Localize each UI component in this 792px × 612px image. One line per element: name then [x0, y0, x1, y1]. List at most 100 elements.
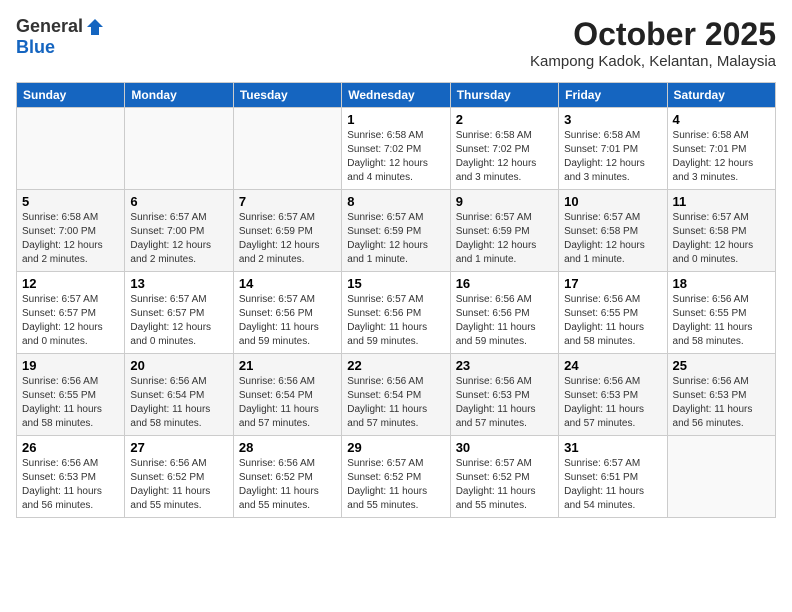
calendar-week-row: 1 Sunrise: 6:58 AM Sunset: 7:02 PM Daylig…	[17, 108, 776, 190]
calendar-cell: 22Sunrise: 6:56 AM Sunset: 6:54 PM Dayli…	[342, 354, 450, 436]
calendar-cell: 23Sunrise: 6:56 AM Sunset: 6:53 PM Dayli…	[450, 354, 558, 436]
day-info: Sunrise: 6:56 AM Sunset: 6:56 PM Dayligh…	[456, 293, 553, 349]
weekday-header: Wednesday	[342, 83, 450, 108]
calendar-cell: 15 Sunrise: 6:57 AM Sunset: 6:56 PM Dayli…	[342, 272, 450, 354]
calendar-cell: 12 Sunrise: 6:57 AM Sunset: 6:57 PM Dayli…	[17, 272, 125, 354]
calendar-table: SundayMondayTuesdayWednesdayThursdayFrid…	[16, 82, 776, 518]
day-info: Sunrise: 6:58 AM Sunset: 7:01 PM Dayligh…	[673, 129, 770, 185]
calendar-cell: 25Sunrise: 6:56 AM Sunset: 6:53 PM Dayli…	[667, 354, 775, 436]
calendar-cell: 31 Sunrise: 6:57 AM Sunset: 6:51 PM Dayli…	[559, 436, 667, 518]
day-number: 13	[130, 276, 227, 291]
weekday-header: Tuesday	[233, 83, 341, 108]
day-number: 29	[347, 440, 444, 455]
weekday-header: Friday	[559, 83, 667, 108]
day-number: 10	[564, 194, 661, 209]
day-info: Sunrise: 6:56 AM Sunset: 6:52 PM Dayligh…	[239, 457, 336, 513]
logo-general-text: General	[16, 16, 83, 37]
day-info: Sunrise: 6:56 AM Sunset: 6:52 PM Dayligh…	[130, 457, 227, 513]
day-number: 2	[456, 112, 553, 127]
location-title: Kampong Kadok, Kelantan, Malaysia	[530, 53, 776, 70]
calendar-cell	[125, 108, 233, 190]
day-info: Sunrise: 6:57 AM Sunset: 6:51 PM Dayligh…	[564, 457, 661, 513]
weekday-header: Monday	[125, 83, 233, 108]
calendar-week-row: 19 Sunrise: 6:56 AM Sunset: 6:55 PM Dayli…	[17, 354, 776, 436]
calendar-cell: 5Sunrise: 6:58 AM Sunset: 7:00 PM Daylig…	[17, 190, 125, 272]
day-number: 30	[456, 440, 553, 455]
day-number: 21	[239, 358, 336, 373]
logo: General Blue	[16, 16, 105, 58]
calendar-cell: 6 Sunrise: 6:57 AM Sunset: 7:00 PM Daylig…	[125, 190, 233, 272]
calendar-cell: 29 Sunrise: 6:57 AM Sunset: 6:52 PM Dayli…	[342, 436, 450, 518]
logo-icon	[85, 17, 105, 37]
day-info: Sunrise: 6:57 AM Sunset: 6:59 PM Dayligh…	[239, 211, 336, 267]
day-info: Sunrise: 6:58 AM Sunset: 7:02 PM Dayligh…	[456, 129, 553, 185]
day-number: 28	[239, 440, 336, 455]
calendar-cell	[667, 436, 775, 518]
calendar-cell: 16 Sunrise: 6:56 AM Sunset: 6:56 PM Dayli…	[450, 272, 558, 354]
calendar-cell: 14Sunrise: 6:57 AM Sunset: 6:56 PM Dayli…	[233, 272, 341, 354]
day-number: 25	[673, 358, 770, 373]
day-info: Sunrise: 6:57 AM Sunset: 6:58 PM Dayligh…	[673, 211, 770, 267]
calendar-cell: 30Sunrise: 6:57 AM Sunset: 6:52 PM Dayli…	[450, 436, 558, 518]
page-header: General Blue October 2025 Kampong Kadok,…	[16, 16, 776, 70]
day-info: Sunrise: 6:57 AM Sunset: 6:59 PM Dayligh…	[456, 211, 553, 267]
day-number: 8	[347, 194, 444, 209]
day-number: 31	[564, 440, 661, 455]
calendar-week-row: 12 Sunrise: 6:57 AM Sunset: 6:57 PM Dayli…	[17, 272, 776, 354]
calendar-cell	[17, 108, 125, 190]
month-title: October 2025	[530, 16, 776, 53]
day-number: 27	[130, 440, 227, 455]
day-number: 1	[347, 112, 444, 127]
calendar-cell: 21 Sunrise: 6:56 AM Sunset: 6:54 PM Dayli…	[233, 354, 341, 436]
calendar-cell: 11 Sunrise: 6:57 AM Sunset: 6:58 PM Dayli…	[667, 190, 775, 272]
day-info: Sunrise: 6:56 AM Sunset: 6:55 PM Dayligh…	[673, 293, 770, 349]
day-info: Sunrise: 6:56 AM Sunset: 6:54 PM Dayligh…	[130, 375, 227, 431]
calendar-cell: 18Sunrise: 6:56 AM Sunset: 6:55 PM Dayli…	[667, 272, 775, 354]
day-info: Sunrise: 6:56 AM Sunset: 6:53 PM Dayligh…	[456, 375, 553, 431]
day-number: 20	[130, 358, 227, 373]
calendar-cell: 8 Sunrise: 6:57 AM Sunset: 6:59 PM Daylig…	[342, 190, 450, 272]
calendar-cell: 28 Sunrise: 6:56 AM Sunset: 6:52 PM Dayli…	[233, 436, 341, 518]
calendar-cell: 19 Sunrise: 6:56 AM Sunset: 6:55 PM Dayli…	[17, 354, 125, 436]
day-info: Sunrise: 6:58 AM Sunset: 7:02 PM Dayligh…	[347, 129, 444, 185]
day-number: 3	[564, 112, 661, 127]
day-number: 11	[673, 194, 770, 209]
weekday-header-row: SundayMondayTuesdayWednesdayThursdayFrid…	[17, 83, 776, 108]
calendar-week-row: 5Sunrise: 6:58 AM Sunset: 7:00 PM Daylig…	[17, 190, 776, 272]
day-number: 16	[456, 276, 553, 291]
day-number: 4	[673, 112, 770, 127]
day-info: Sunrise: 6:56 AM Sunset: 6:54 PM Dayligh…	[239, 375, 336, 431]
day-number: 12	[22, 276, 119, 291]
calendar-week-row: 26 Sunrise: 6:56 AM Sunset: 6:53 PM Dayli…	[17, 436, 776, 518]
day-info: Sunrise: 6:57 AM Sunset: 6:57 PM Dayligh…	[22, 293, 119, 349]
day-number: 6	[130, 194, 227, 209]
day-info: Sunrise: 6:57 AM Sunset: 6:52 PM Dayligh…	[347, 457, 444, 513]
calendar-cell: 17Sunrise: 6:56 AM Sunset: 6:55 PM Dayli…	[559, 272, 667, 354]
day-number: 9	[456, 194, 553, 209]
calendar-cell: 24 Sunrise: 6:56 AM Sunset: 6:53 PM Dayli…	[559, 354, 667, 436]
calendar-cell: 20 Sunrise: 6:56 AM Sunset: 6:54 PM Dayli…	[125, 354, 233, 436]
calendar-cell: 10Sunrise: 6:57 AM Sunset: 6:58 PM Dayli…	[559, 190, 667, 272]
day-info: Sunrise: 6:56 AM Sunset: 6:53 PM Dayligh…	[22, 457, 119, 513]
day-info: Sunrise: 6:57 AM Sunset: 6:56 PM Dayligh…	[239, 293, 336, 349]
day-number: 24	[564, 358, 661, 373]
day-number: 26	[22, 440, 119, 455]
day-number: 15	[347, 276, 444, 291]
calendar-cell: 1 Sunrise: 6:58 AM Sunset: 7:02 PM Daylig…	[342, 108, 450, 190]
day-number: 19	[22, 358, 119, 373]
weekday-header: Sunday	[17, 83, 125, 108]
calendar-cell: 26 Sunrise: 6:56 AM Sunset: 6:53 PM Dayli…	[17, 436, 125, 518]
weekday-header: Thursday	[450, 83, 558, 108]
title-block: October 2025 Kampong Kadok, Kelantan, Ma…	[530, 16, 776, 70]
calendar-cell: 13Sunrise: 6:57 AM Sunset: 6:57 PM Dayli…	[125, 272, 233, 354]
day-info: Sunrise: 6:57 AM Sunset: 7:00 PM Dayligh…	[130, 211, 227, 267]
day-info: Sunrise: 6:57 AM Sunset: 6:56 PM Dayligh…	[347, 293, 444, 349]
calendar-cell: 7Sunrise: 6:57 AM Sunset: 6:59 PM Daylig…	[233, 190, 341, 272]
day-info: Sunrise: 6:56 AM Sunset: 6:53 PM Dayligh…	[564, 375, 661, 431]
calendar-cell: 27 Sunrise: 6:56 AM Sunset: 6:52 PM Dayli…	[125, 436, 233, 518]
weekday-header: Saturday	[667, 83, 775, 108]
day-info: Sunrise: 6:56 AM Sunset: 6:55 PM Dayligh…	[22, 375, 119, 431]
calendar-cell: 2 Sunrise: 6:58 AM Sunset: 7:02 PM Daylig…	[450, 108, 558, 190]
day-info: Sunrise: 6:56 AM Sunset: 6:54 PM Dayligh…	[347, 375, 444, 431]
day-info: Sunrise: 6:57 AM Sunset: 6:59 PM Dayligh…	[347, 211, 444, 267]
